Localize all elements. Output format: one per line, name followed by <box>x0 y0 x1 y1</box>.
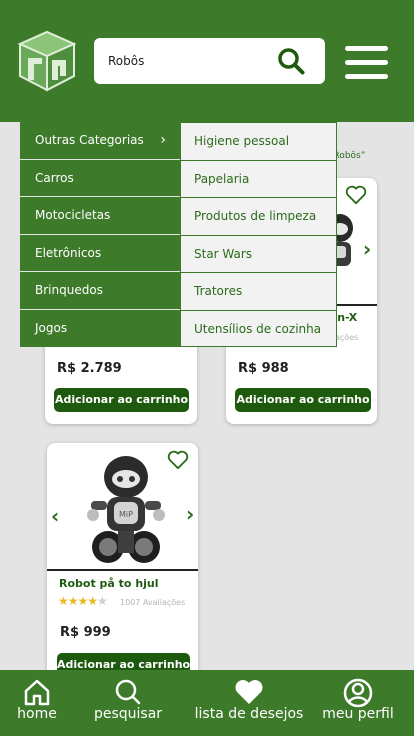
card-divider <box>47 569 198 571</box>
heart-icon <box>235 680 263 704</box>
nav-label: pesquisar <box>93 706 163 722</box>
add-to-cart-button[interactable]: Adicionar ao carrinho <box>54 388 189 412</box>
product-reviews: ações <box>335 333 359 342</box>
product-price: R$ 999 <box>60 625 111 640</box>
subcategory-menu: Higiene pessoal Papelaria Produtos de li… <box>180 122 337 347</box>
category-item-jogos[interactable]: Jogos <box>20 310 180 348</box>
next-image-arrow[interactable]: › <box>186 504 194 524</box>
category-menu: Outras Categorias › Carros Motocicletas … <box>20 122 180 347</box>
category-item-eletronicos[interactable]: Eletrônicos <box>20 235 180 272</box>
subcategory-item-tratores[interactable]: Tratores <box>181 273 336 311</box>
product-price: R$ 2.789 <box>57 361 122 376</box>
heart-icon[interactable] <box>345 185 367 205</box>
nav-label: lista de desejos <box>194 706 304 722</box>
category-item-outras-categorias[interactable]: Outras Categorias › <box>20 122 180 160</box>
product-reviews: 1007 Avaliações <box>120 598 186 607</box>
product-price: R$ 988 <box>238 361 289 376</box>
category-item-motocicletas[interactable]: Motocicletas <box>20 197 180 235</box>
menu-line-icon <box>345 74 388 79</box>
search-input[interactable] <box>108 51 268 71</box>
home-icon <box>24 679 50 706</box>
subcategory-item-utensilios-de-cozinha[interactable]: Utensílios de cozinha <box>181 311 336 349</box>
bottom-navigation: home pesquisar lista de desejos meu perf… <box>0 670 414 736</box>
search-icon <box>115 679 141 705</box>
search-bar <box>94 38 325 84</box>
next-image-arrow[interactable]: › <box>363 239 371 259</box>
subcategory-item-star-wars[interactable]: Star Wars <box>181 236 336 273</box>
star-rating: ★★★★★ <box>58 594 108 608</box>
nav-item-lista-de-desejos[interactable]: lista de desejos <box>190 670 308 736</box>
user-icon <box>343 678 373 708</box>
previous-image-arrow[interactable]: ‹ <box>51 506 59 526</box>
menu-line-icon <box>345 60 388 65</box>
product-card[interactable]: MiP ‹ › Robot på to hjul ★★★★★ 1007 Aval… <box>47 443 198 683</box>
add-to-cart-button[interactable]: Adicionar ao carrinho <box>235 388 371 412</box>
nav-item-home[interactable]: home <box>6 670 68 736</box>
subcategory-item-produtos-de-limpeza[interactable]: Produtos de limpeza <box>181 198 336 236</box>
menu-line-icon <box>345 46 388 51</box>
app-header <box>0 0 414 122</box>
nav-item-meu-perfil[interactable]: meu perfil <box>318 670 398 736</box>
heart-icon[interactable] <box>167 450 189 470</box>
category-item-brinquedos[interactable]: Brinquedos <box>20 272 180 310</box>
search-icon[interactable] <box>277 47 305 75</box>
svg-text:MiP: MiP <box>119 510 133 519</box>
nav-label: meu perfil <box>322 706 394 722</box>
category-item-carros[interactable]: Carros <box>20 160 180 197</box>
subcategory-item-higiene-pessoal[interactable]: Higiene pessoal <box>181 123 336 161</box>
chevron-right-icon: › <box>160 132 166 148</box>
nav-item-pesquisar[interactable]: pesquisar <box>88 670 168 736</box>
hamburger-menu-button[interactable] <box>345 44 388 80</box>
subcategory-item-papelaria[interactable]: Papelaria <box>181 161 336 198</box>
robot-image: MiP <box>87 456 165 563</box>
category-label: Outras Categorias <box>35 133 144 147</box>
product-name: Robot på to hjul <box>59 577 159 590</box>
nav-label: home <box>17 706 57 722</box>
logo[interactable] <box>16 30 78 92</box>
